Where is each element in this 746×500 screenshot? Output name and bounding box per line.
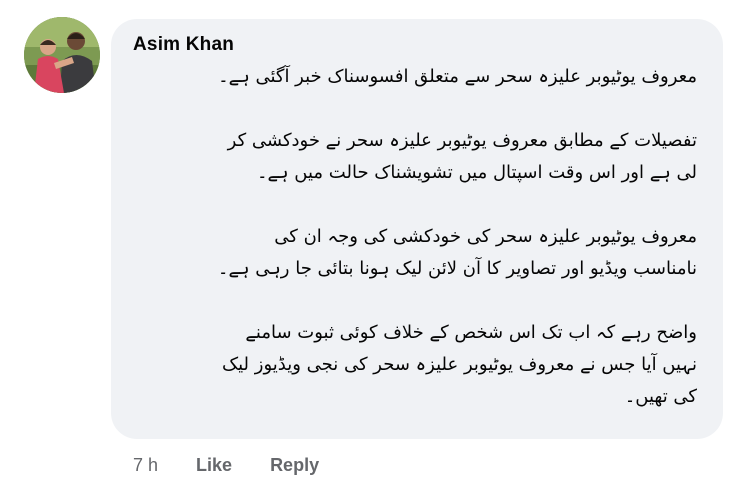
comment-author[interactable]: Asim Khan (133, 34, 234, 56)
comment-line: نامناسب ویڈیو اور تصاویر کا آن لائن لیک … (217, 258, 697, 279)
reply-button[interactable]: Reply (270, 455, 319, 476)
avatar[interactable] (24, 17, 100, 93)
comment-line: معروف یوٹیوبر علیزہ سحر کی خودکشی کی وجہ… (274, 226, 697, 247)
comment-paragraph: تفصیلات کے مطابق معروف یوٹیوبر علیزہ سحر… (133, 125, 697, 189)
comment-actions: 7 h Like Reply (133, 455, 357, 476)
comment-paragraph: معروف یوٹیوبر علیزہ سحر سے متعلق افسوسنا… (133, 61, 697, 93)
avatar-photo (24, 17, 100, 93)
comment-line: تفصیلات کے مطابق معروف یوٹیوبر علیزہ سحر… (227, 130, 697, 151)
comment-text: معروف یوٹیوبر علیزہ سحر سے متعلق افسوسنا… (133, 61, 697, 413)
comment-screen: Asim Khan معروف یوٹیوبر علیزہ سحر سے متع… (0, 0, 746, 500)
comment-line: واضح رہے کہ اب تک اس شخص کے خلاف کوئی ثب… (245, 322, 697, 343)
comment-bubble: Asim Khan معروف یوٹیوبر علیزہ سحر سے متع… (111, 19, 723, 439)
comment-line: کی تھیں۔ (624, 386, 697, 407)
comment-paragraph: معروف یوٹیوبر علیزہ سحر کی خودکشی کی وجہ… (133, 221, 697, 285)
comment-line: معروف یوٹیوبر علیزہ سحر سے متعلق افسوسنا… (218, 66, 697, 87)
like-button[interactable]: Like (196, 455, 232, 476)
comment-line: لی ہے اور اس وقت اسپتال میں تشویشناک حال… (256, 162, 697, 183)
comment-line: نہیں آیا جس نے معروف یوٹیوبر علیزہ سحر ک… (222, 354, 697, 375)
comment-timestamp[interactable]: 7 h (133, 455, 158, 476)
comment-paragraph: واضح رہے کہ اب تک اس شخص کے خلاف کوئی ثب… (133, 317, 697, 413)
